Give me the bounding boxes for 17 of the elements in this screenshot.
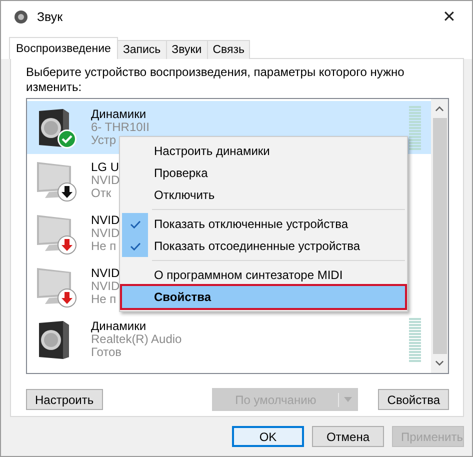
device-status: Отк — [91, 187, 112, 200]
device-detail: NVID — [91, 174, 120, 187]
device-name: NVID — [91, 267, 120, 280]
device-status: Не п — [91, 293, 116, 306]
window-title: Звук — [37, 10, 64, 24]
device-detail: Realtek(R) Audio — [91, 333, 182, 346]
device-name: Динамики — [91, 108, 146, 121]
device-status: Устр — [91, 134, 116, 147]
device-detail: NVID — [91, 227, 120, 240]
device-detail: 6- THR10II — [91, 121, 150, 134]
device-name: NVID — [91, 214, 120, 227]
device-status: Готов — [91, 346, 122, 359]
device-name: Динамики — [91, 320, 146, 333]
device-name: LG U — [91, 161, 120, 174]
device-status: Не п — [91, 240, 116, 253]
device-detail: NVID — [91, 280, 120, 293]
instruction-text: Выберите устройство воспроизведения, параметры которого нужно изменить: — [26, 65, 406, 95]
